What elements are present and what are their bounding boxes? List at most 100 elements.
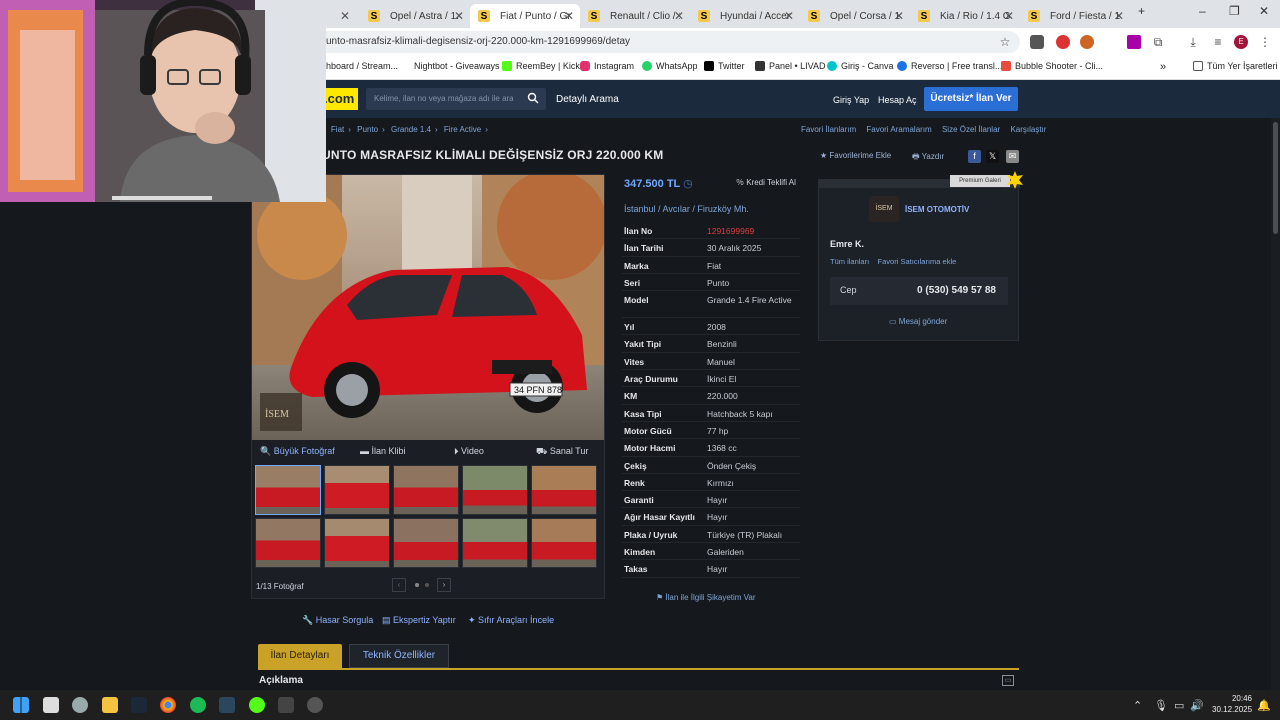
restore-icon[interactable]: ❐ (1229, 4, 1240, 18)
more-bookmarks-icon[interactable]: » (1160, 61, 1166, 73)
breadcrumb-item[interactable]: Punto (357, 125, 378, 134)
city-link[interactable]: İstanbul (624, 204, 656, 214)
tab-kia-rio[interactable]: SKia / Rio / 1.4 GSI✕ (910, 4, 1020, 28)
extension-icon[interactable] (1127, 35, 1141, 49)
notification-icon[interactable]: 🔔 (1257, 699, 1271, 712)
seller-logo[interactable]: İSEM (869, 196, 899, 222)
thumbnail[interactable] (393, 518, 459, 568)
tab-opel-astra[interactable]: S Opel / Astra / 1.6 ✕ (360, 4, 470, 28)
favorite-seller-link[interactable]: Favori Satıcılarıma ekle (878, 257, 957, 266)
extension-icon[interactable] (1030, 35, 1044, 49)
favorite-ads-link[interactable]: Favori İlanlarım (801, 125, 856, 134)
tab-partial[interactable]: ✕ (326, 4, 356, 28)
page-dot[interactable] (425, 583, 429, 587)
extension-icon[interactable] (1080, 35, 1094, 49)
bookmark-item[interactable]: Reverso | Free transl... (897, 61, 1002, 71)
tab-hyundai-accent[interactable]: S Hyundai / Accent ✕ (690, 4, 800, 28)
store-name-link[interactable]: İSEM OTOMOTİV (905, 205, 969, 214)
advanced-search-link[interactable]: Detaylı Arama (556, 94, 619, 105)
microphone-icon[interactable]: 🎙 (1154, 699, 1168, 712)
chrome-icon[interactable] (160, 697, 176, 713)
bookmark-item[interactable]: Twitter (704, 61, 745, 71)
minimize-icon[interactable]: – (1199, 4, 1206, 18)
thumbnail[interactable] (462, 518, 528, 568)
x-share-icon[interactable]: 𝕏 (986, 150, 999, 163)
tab-ford-fiesta[interactable]: SFord / Fiesta / 1.4✕ (1020, 4, 1130, 28)
puzzle-icon[interactable]: ⧉ (1151, 35, 1165, 49)
thumbnail[interactable] (393, 465, 459, 515)
tray-chevron-icon[interactable]: ⌃ (1133, 699, 1142, 712)
bookmark-item[interactable]: Panel • LIVAD (755, 61, 826, 71)
steam-like-icon[interactable] (131, 697, 147, 713)
close-icon[interactable]: ✕ (454, 9, 464, 23)
bookmark-item[interactable]: WhatsApp (642, 61, 698, 71)
system-clock[interactable]: 20:46 30.12.2025 (1212, 693, 1252, 715)
kebab-menu-icon[interactable]: ⋮ (1258, 35, 1272, 49)
close-icon[interactable]: ✕ (894, 9, 904, 23)
bookmark-item[interactable]: ReemBey | Kick (502, 61, 580, 71)
close-icon[interactable]: ✕ (784, 9, 794, 23)
thumbnail[interactable] (531, 518, 597, 568)
search-icon[interactable] (527, 92, 539, 104)
bookmark-item[interactable]: Nightbot - Giveaways (414, 61, 500, 71)
print-button[interactable]: 🖶 Yazdır (912, 151, 944, 165)
breadcrumb-item[interactable]: Grande 1.4 (391, 125, 431, 134)
thumbnail[interactable] (324, 465, 390, 515)
tab-ad-details[interactable]: İlan Detayları (258, 644, 342, 668)
thumbnail[interactable] (324, 518, 390, 568)
bookmark-item[interactable]: hboard / Stream... (326, 61, 398, 71)
windows-start-icon[interactable] (13, 697, 29, 713)
collapse-icon[interactable]: ▭ (1002, 675, 1014, 686)
compare-link[interactable]: Karşılaştır (1010, 125, 1046, 134)
breadcrumb-item[interactable]: Fire Active (444, 125, 481, 134)
damage-query-link[interactable]: 🔧 Hasar Sorgula (302, 615, 373, 626)
thumbnail[interactable] (255, 518, 321, 568)
next-page-icon[interactable]: › (437, 578, 451, 592)
file-explorer-icon[interactable] (102, 697, 118, 713)
thumbnail[interactable] (531, 465, 597, 515)
page-scrollbar[interactable] (1271, 118, 1280, 690)
page-dot[interactable] (415, 583, 419, 587)
tab-opel-corsa[interactable]: SOpel / Corsa / 1.2✕ (800, 4, 910, 28)
profile-avatar-icon[interactable]: E (1234, 35, 1248, 49)
close-icon[interactable]: ✕ (1004, 9, 1014, 23)
virtual-tour-button[interactable]: ⛟ Sanal Tur (536, 446, 588, 458)
close-icon[interactable]: ✕ (340, 9, 350, 23)
expertise-link[interactable]: ▤ Ekspertiz Yaptır (382, 615, 456, 626)
bookmark-item[interactable]: Giriş - Canva (827, 61, 894, 71)
task-view-icon[interactable] (43, 697, 59, 713)
xbox-icon[interactable] (278, 697, 294, 713)
site-logo[interactable]: .com (322, 88, 358, 110)
special-ads-link[interactable]: Size Özel İlanlar (942, 125, 1000, 134)
obs-icon[interactable] (307, 697, 323, 713)
network-icon[interactable]: ▭ (1174, 699, 1184, 712)
credit-offer-link[interactable]: ％ Kredi Teklifi Al (736, 177, 796, 188)
download-icon[interactable]: ⤓ (1186, 35, 1200, 49)
new-tab-icon[interactable]: + (1138, 4, 1145, 18)
settings-gear-icon[interactable] (72, 697, 88, 713)
phone-number[interactable]: 0 (530) 549 57 88 (917, 285, 996, 296)
favorite-searches-link[interactable]: Favori Aramalarım (866, 125, 931, 134)
report-link[interactable]: ⚑ İlan ile İlgili Şikayetim Var (656, 593, 756, 602)
spotify-icon[interactable] (190, 697, 206, 713)
district-link[interactable]: Avcılar (663, 204, 690, 214)
close-icon[interactable]: ✕ (674, 9, 684, 23)
thumbnail[interactable] (255, 465, 321, 515)
url-input[interactable]: unto-masrafsiz-klimali-degisensiz-orj-22… (300, 31, 1020, 53)
new-cars-link[interactable]: ✦ Sıfır Araçları İncele (468, 615, 554, 626)
all-ads-link[interactable]: Tüm ilanları (830, 257, 869, 266)
volume-icon[interactable]: 🔊 (1190, 699, 1204, 712)
bookmark-star-icon[interactable]: ☆ (998, 35, 1012, 49)
close-icon[interactable]: ✕ (1114, 9, 1124, 23)
extension-icon[interactable] (1056, 35, 1070, 49)
tab-technical[interactable]: Teknik Özellikler (349, 644, 449, 668)
price-history-icon[interactable]: ◷ (683, 178, 693, 190)
email-share-icon[interactable]: ✉ (1006, 150, 1019, 163)
ad-clip-button[interactable]: ▬ İlan Klibi (360, 446, 406, 456)
close-icon[interactable]: ✕ (564, 9, 574, 23)
breadcrumb-item[interactable]: Fiat (331, 125, 344, 134)
bookmark-item[interactable]: Bubble Shooter - Cli... (1001, 61, 1103, 71)
reading-list-icon[interactable]: ≡ (1211, 35, 1225, 49)
video-button[interactable]: ⏵ Video (454, 446, 484, 457)
facebook-share-icon[interactable]: f (968, 150, 981, 163)
